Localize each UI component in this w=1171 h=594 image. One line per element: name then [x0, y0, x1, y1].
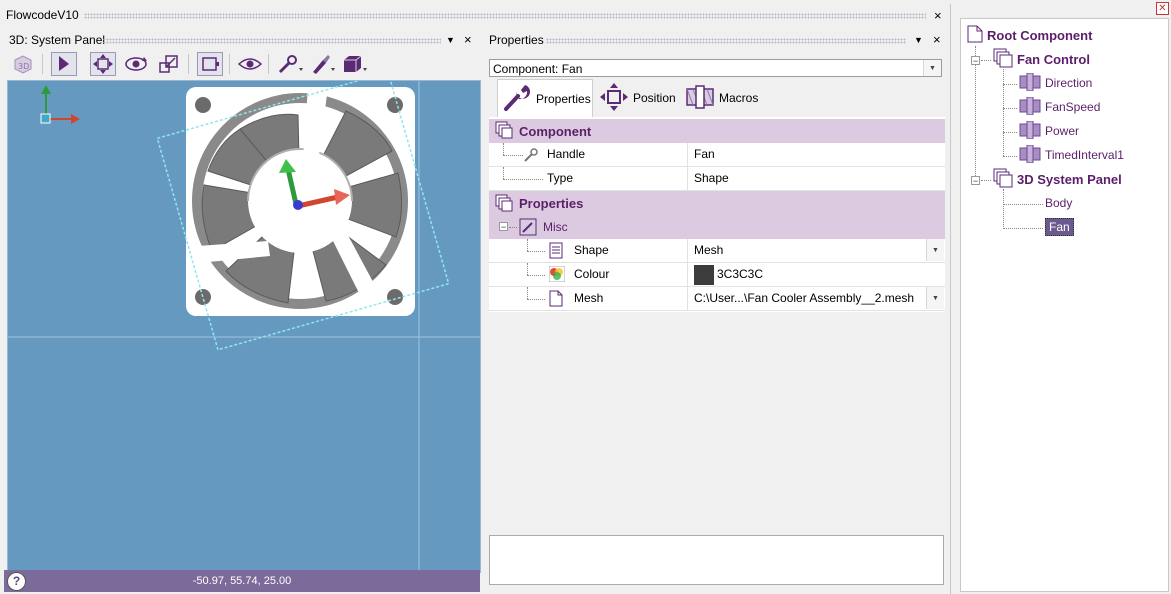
component-stack-icon — [495, 121, 513, 142]
select-tool-icon[interactable] — [51, 52, 77, 76]
properties-grip — [546, 38, 906, 44]
colour-palette-icon — [548, 265, 566, 289]
tab-position[interactable]: Position — [595, 79, 681, 117]
system-panel: 3D: System Panel ▼ × 3D ? -50.97, 55.74,… — [4, 29, 481, 592]
property-row-handle[interactable]: Handle Fan — [489, 143, 945, 167]
mesh-value[interactable]: C:\User...\Fan Cooler Assembly__2.mesh — [687, 287, 939, 310]
tab-macros[interactable]: Macros — [681, 79, 767, 117]
tree-item-fanspeed[interactable]: FanSpeed — [1019, 96, 1100, 118]
property-grid: Component Handle Fan Type Shape Properti… — [489, 117, 945, 312]
shape-value[interactable]: Mesh — [687, 239, 939, 262]
property-row-colour[interactable]: Colour 3C3C3C — [489, 263, 945, 287]
svg-text:3D: 3D — [18, 62, 29, 71]
component-stack-icon — [993, 168, 1013, 191]
tree-root-component[interactable]: Root Component — [967, 24, 1092, 46]
tree-item-timedinterval1[interactable]: TimedInterval1 — [1019, 144, 1124, 166]
3d-view-icon[interactable]: 3D — [10, 52, 36, 76]
properties-tabs: Properties Position Macros — [489, 79, 944, 117]
macro-chip-icon — [1019, 96, 1041, 118]
property-description-box — [489, 535, 944, 585]
tree-3d-system-panel[interactable]: 3D System Panel — [993, 168, 1122, 190]
main-close-icon[interactable]: × — [934, 9, 942, 22]
mesh-file-icon — [549, 290, 563, 313]
mesh-dropdown-icon[interactable]: ▼ — [926, 287, 944, 309]
document-icon — [967, 25, 983, 46]
shape-doc-icon — [549, 242, 563, 265]
system-panel-status-bar: ? -50.97, 55.74, 25.00 — [4, 570, 480, 592]
move-tool-icon[interactable] — [90, 52, 116, 76]
colour-swatch — [694, 264, 714, 285]
properties-stack-icon — [495, 194, 513, 215]
panel-close-icon[interactable]: × — [464, 32, 472, 47]
component-stack-icon — [993, 48, 1013, 71]
chevron-down-icon[interactable]: ▼ — [923, 60, 941, 76]
misc-collapse-icon[interactable]: − — [499, 222, 508, 232]
macro-chip-icon — [1019, 144, 1041, 166]
macro-chip-icon — [685, 84, 715, 113]
rotate-tool-icon[interactable] — [123, 52, 149, 76]
tree-item-direction[interactable]: Direction — [1019, 72, 1092, 94]
handle-value[interactable]: Fan — [687, 143, 939, 166]
properties-pin-icon[interactable]: ▼ — [914, 35, 923, 45]
component-tree: Root Component − Fan Control Direction F… — [960, 18, 1169, 592]
macro-chip-icon — [1019, 72, 1041, 94]
system-panel-collapse-icon[interactable]: − — [971, 176, 980, 186]
properties-close-icon[interactable]: × — [933, 32, 941, 47]
shape-dropdown-icon[interactable]: ▼ — [926, 239, 944, 261]
system-panel-title: 3D: System Panel — [9, 33, 106, 47]
macro-chip-icon — [1019, 120, 1041, 142]
tree-item-power[interactable]: Power — [1019, 120, 1079, 142]
wrench-small-icon — [523, 143, 539, 166]
move-icon — [599, 82, 629, 115]
window-title: FlowcodeV10 — [6, 8, 79, 22]
property-row-shape[interactable]: Shape Mesh ▼ — [489, 239, 945, 263]
misc-edit-icon — [519, 218, 537, 239]
panel-pin-icon[interactable]: ▼ — [446, 35, 455, 45]
tree-item-body[interactable]: Body — [1045, 192, 1072, 214]
colour-value[interactable]: 3C3C3C — [687, 263, 939, 286]
property-row-mesh[interactable]: Mesh C:\User...\Fan Cooler Assembly__2.m… — [489, 287, 945, 311]
wrench-icon — [502, 82, 532, 115]
component-select[interactable]: Component: Fan ▼ — [489, 59, 942, 77]
tree-fan-control[interactable]: Fan Control — [993, 48, 1090, 70]
title-grip — [84, 13, 926, 19]
properties-panel: Properties ▼ × Component: Fan ▼ Properti… — [484, 29, 949, 592]
type-value[interactable]: Shape — [687, 167, 939, 190]
misc-subcategory[interactable]: − Misc — [489, 215, 945, 239]
category-component[interactable]: Component — [489, 119, 945, 143]
tree-item-fan[interactable]: Fan — [1045, 216, 1074, 238]
cursor-coordinates: -50.97, 55.74, 25.00 — [192, 575, 292, 587]
camera-tool-icon[interactable] — [197, 52, 223, 76]
tab-properties[interactable]: Properties — [497, 79, 593, 117]
component-select-value: Component: Fan — [493, 62, 583, 76]
scale-tool-icon[interactable] — [156, 52, 182, 76]
wrench-dropdown-icon[interactable] — [276, 52, 306, 76]
tree-close-icon[interactable]: ✕ — [1156, 2, 1169, 15]
paint-brush-dropdown-icon[interactable] — [308, 52, 338, 76]
property-row-type[interactable]: Type Shape — [489, 167, 945, 191]
3d-viewport[interactable] — [7, 80, 481, 573]
panel-grip — [103, 38, 441, 44]
system-toolbar: 3D — [6, 51, 480, 77]
visibility-eye-icon[interactable] — [237, 52, 263, 76]
cube-dropdown-icon[interactable] — [340, 52, 370, 76]
properties-title: Properties — [489, 33, 544, 47]
fan-control-collapse-icon[interactable]: − — [971, 56, 980, 66]
